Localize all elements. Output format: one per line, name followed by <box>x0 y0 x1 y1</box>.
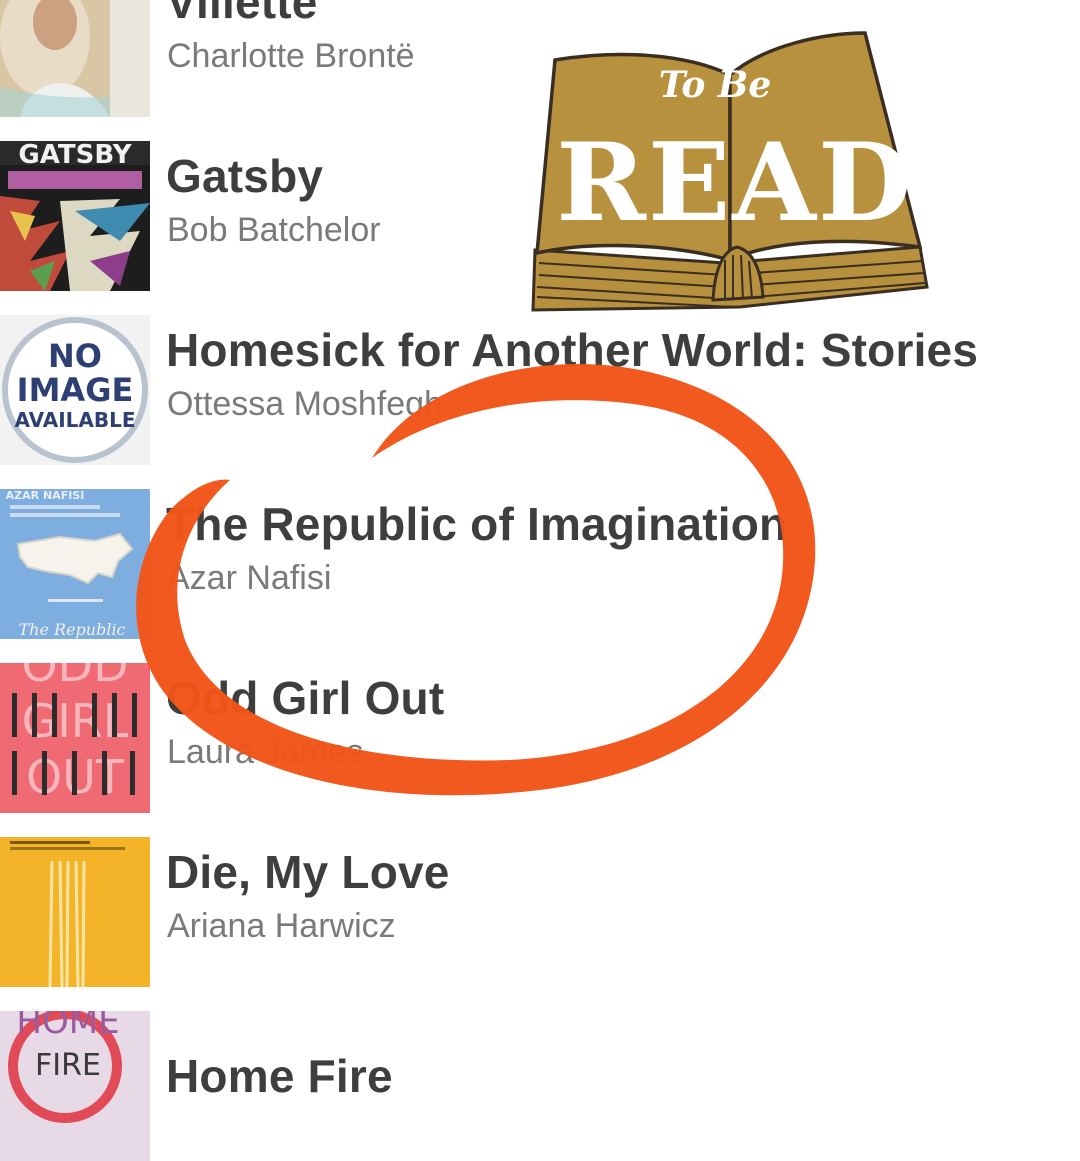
book-author: Ottessa Moshfegh <box>167 385 443 423</box>
book-row-die-my-love[interactable]: Die, My Love Ariana Harwicz <box>0 837 1080 987</box>
book-row-homesick[interactable]: NO IMAGE AVAILABLE Homesick for Another … <box>0 315 1080 465</box>
book-author: Laura James <box>167 733 364 771</box>
odd-girl-out-line1: ODD <box>21 663 128 692</box>
to-be-read-badge: To Be READ <box>525 25 935 320</box>
book-title: Home Fire <box>166 1050 393 1102</box>
badge-line1: To Be <box>659 64 772 106</box>
gatsby-cover: GATSBY <box>0 141 150 291</box>
book-title: Gatsby <box>166 150 324 202</box>
villette-cover <box>0 0 150 117</box>
book-row-home-fire[interactable]: HOME FIRE Home Fire <box>0 1011 1080 1161</box>
home-fire-line1: HOME <box>16 1011 119 1042</box>
book-title: Villette <box>166 0 318 28</box>
book-row-republic[interactable]: AZAR NAFISI The Republic The Republic of… <box>0 489 1080 639</box>
book-author: Ariana Harwicz <box>167 907 396 945</box>
republic-cover-script: The Republic <box>18 620 125 639</box>
book-title: The Republic of Imagination <box>166 498 788 550</box>
badge-line2: READ <box>556 120 914 246</box>
die-my-love-cover <box>0 837 150 987</box>
no-image-cover: NO IMAGE AVAILABLE <box>0 315 150 465</box>
odd-girl-out-cover: ODD GIRL OUT <box>0 663 150 813</box>
home-fire-line2: FIRE <box>35 1048 101 1083</box>
open-book-icon: To Be READ <box>531 31 929 312</box>
book-author: Bob Batchelor <box>167 211 381 249</box>
book-title: Homesick for Another World: Stories <box>166 324 979 376</box>
gatsby-cover-text: GATSBY <box>18 141 132 170</box>
book-title: Die, My Love <box>166 846 450 898</box>
book-author: Charlotte Brontë <box>167 37 415 75</box>
no-image-line3: AVAILABLE <box>14 408 135 432</box>
republic-cover: AZAR NAFISI The Republic <box>0 489 150 639</box>
book-title: Odd Girl Out <box>166 672 445 724</box>
no-image-line2: IMAGE <box>17 371 134 409</box>
home-fire-cover: HOME FIRE <box>0 1011 150 1161</box>
book-row-odd-girl-out[interactable]: ODD GIRL OUT Odd Girl Out Laura James <box>0 663 1080 813</box>
republic-cover-author: AZAR NAFISI <box>6 489 85 502</box>
no-image-line1: NO <box>48 337 102 375</box>
book-author: Azar Nafisi <box>167 559 332 597</box>
